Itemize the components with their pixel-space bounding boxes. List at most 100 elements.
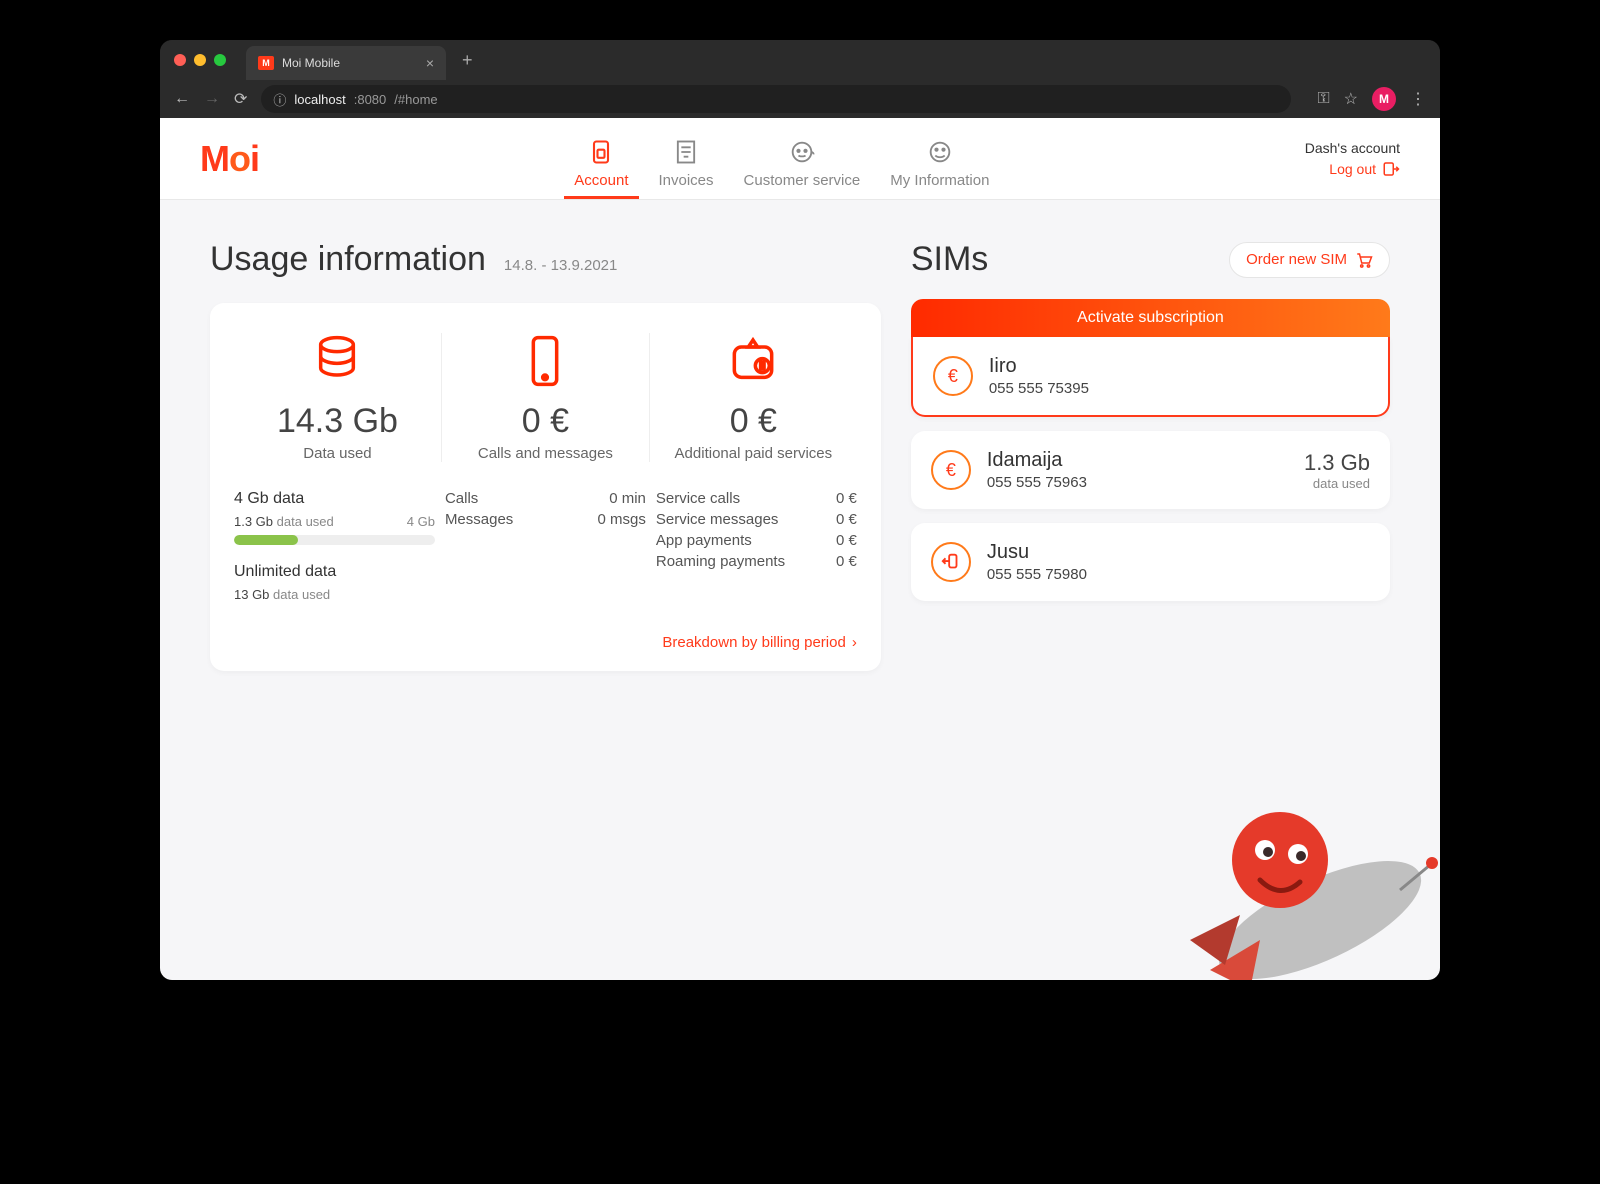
metric-value: 14.3 Gb	[244, 402, 431, 441]
srv-value: 0 €	[836, 490, 857, 507]
plan1-cap: 4 Gb	[407, 514, 435, 529]
sim-card-idamaija[interactable]: € Idamaija 055 555 75963 1.3 Gb data use…	[911, 431, 1390, 509]
plan1-used-lbl: data used	[277, 514, 334, 529]
wallet-icon	[725, 333, 781, 389]
tab-close-icon[interactable]: ×	[426, 55, 434, 71]
nav-label: My Information	[890, 172, 989, 189]
rocket-mascot-illustration	[1060, 740, 1440, 980]
nav-account[interactable]: Account	[574, 138, 628, 199]
bookmark-star-icon[interactable]: ☆	[1344, 89, 1358, 109]
logout-icon	[1382, 160, 1400, 178]
srv-value: 0 €	[836, 553, 857, 570]
logo[interactable]: Moi	[200, 138, 259, 180]
calls-label: Calls	[445, 490, 478, 507]
info-icon: ⓘ	[273, 90, 286, 109]
transfer-icon	[931, 542, 971, 582]
browser-toolbar: ← → ⟳ ⓘ localhost :8080 /#home ⚿ ☆ M ⋮	[160, 80, 1440, 118]
metric-value: 0 €	[660, 402, 847, 441]
face-icon	[926, 138, 954, 166]
logout-label: Log out	[1329, 161, 1376, 177]
cart-icon	[1355, 251, 1373, 269]
receipt-icon	[672, 138, 700, 166]
site-header: Moi Account Invoices Customer service My…	[160, 118, 1440, 200]
browser-tab-bar: M Moi Mobile × +	[160, 40, 1440, 80]
metric-calls: 0 € Calls and messages	[441, 333, 649, 462]
favicon-icon: M	[258, 56, 274, 70]
window-minimize-icon[interactable]	[194, 54, 206, 66]
usage-title: Usage information	[210, 240, 486, 279]
nav-customer-service[interactable]: Customer service	[744, 138, 861, 199]
database-icon	[309, 333, 365, 389]
menu-dots-icon[interactable]: ⋮	[1410, 89, 1426, 109]
sim-name: Jusu	[987, 541, 1087, 564]
metric-label: Data used	[244, 445, 431, 462]
phone-icon	[517, 333, 573, 389]
metric-label: Additional paid services	[660, 445, 847, 462]
account-name: Dash's account	[1305, 140, 1400, 156]
password-key-icon[interactable]: ⚿	[1317, 90, 1329, 108]
sim-name: Idamaija	[987, 449, 1087, 472]
messages-label: Messages	[445, 511, 513, 528]
srv-label: Service messages	[656, 511, 779, 528]
nav-label: Account	[574, 172, 628, 189]
srv-value: 0 €	[836, 532, 857, 549]
window-controls	[174, 54, 226, 66]
new-tab-icon[interactable]: +	[462, 50, 473, 71]
srv-label: App payments	[656, 532, 752, 549]
url-path: /#home	[394, 92, 437, 107]
sim-number: 055 555 75963	[987, 474, 1087, 491]
activate-subscription-button[interactable]: Activate subscription	[911, 299, 1390, 337]
browser-tab[interactable]: M Moi Mobile ×	[246, 46, 446, 80]
sim-selected-group: Activate subscription € Iiro 055 555 753…	[911, 299, 1390, 417]
sim-card-iiro[interactable]: € Iiro 055 555 75395	[911, 337, 1390, 417]
sim-card-icon	[587, 138, 615, 166]
calls-value: 0 min	[609, 490, 646, 507]
usage-card: 14.3 Gb Data used 0 € Calls and messages…	[210, 303, 881, 671]
address-bar[interactable]: ⓘ localhost :8080 /#home	[261, 85, 1291, 113]
plan2-used-lbl: data used	[273, 587, 330, 602]
tab-title: Moi Mobile	[282, 56, 340, 70]
calls-breakdown: Calls0 min Messages0 msgs	[445, 490, 646, 608]
srv-label: Roaming payments	[656, 553, 785, 570]
plan1-used: 1.3 Gb	[234, 514, 273, 529]
window-maximize-icon[interactable]	[214, 54, 226, 66]
metric-value: 0 €	[452, 402, 639, 441]
forward-icon[interactable]: →	[204, 90, 220, 108]
plan1-progress	[234, 535, 435, 545]
sim-usage-label: data used	[1304, 476, 1370, 491]
profile-avatar[interactable]: M	[1372, 87, 1396, 111]
sims-column: SIMs Order new SIM Activate subscription…	[911, 240, 1390, 671]
sim-number: 055 555 75395	[989, 380, 1089, 397]
url-host: localhost	[294, 92, 345, 107]
sim-usage-value: 1.3 Gb	[1304, 450, 1370, 476]
plan2-used: 13 Gb	[234, 587, 269, 602]
breakdown-link[interactable]: Breakdown by billing period ›	[234, 634, 857, 651]
chevron-right-icon: ›	[852, 634, 857, 651]
reload-icon[interactable]: ⟳	[234, 89, 247, 109]
srv-label: Service calls	[656, 490, 740, 507]
browser-window: M Moi Mobile × + ← → ⟳ ⓘ localhost :8080 /…	[160, 40, 1440, 980]
breakdown-label: Breakdown by billing period	[662, 634, 845, 651]
nav-label: Customer service	[744, 172, 861, 189]
logout-link[interactable]: Log out	[1329, 160, 1400, 178]
nav-invoices[interactable]: Invoices	[659, 138, 714, 199]
back-icon[interactable]: ←	[174, 90, 190, 108]
primary-nav: Account Invoices Customer service My Inf…	[574, 118, 989, 199]
url-port: :8080	[354, 92, 387, 107]
window-close-icon[interactable]	[174, 54, 186, 66]
plan2-title: Unlimited data	[234, 563, 435, 581]
headset-icon	[788, 138, 816, 166]
metric-data: 14.3 Gb Data used	[234, 333, 441, 462]
order-new-sim-button[interactable]: Order new SIM	[1229, 242, 1390, 278]
header-account-area: Dash's account Log out	[1305, 140, 1400, 178]
usage-column: Usage information 14.8. - 13.9.2021 14.3…	[210, 240, 881, 671]
euro-icon: €	[931, 450, 971, 490]
usage-period: 14.8. - 13.9.2021	[504, 257, 617, 274]
srv-value: 0 €	[836, 511, 857, 528]
plan1-title: 4 Gb data	[234, 490, 435, 508]
metric-label: Calls and messages	[452, 445, 639, 462]
order-btn-label: Order new SIM	[1246, 251, 1347, 268]
sim-number: 055 555 75980	[987, 566, 1087, 583]
nav-my-information[interactable]: My Information	[890, 138, 989, 199]
sim-card-jusu[interactable]: Jusu 055 555 75980	[911, 523, 1390, 601]
